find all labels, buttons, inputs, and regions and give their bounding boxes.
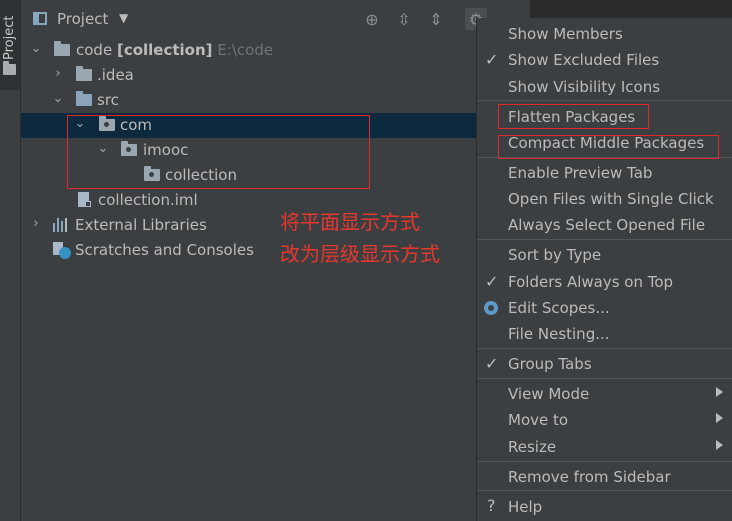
library-icon [53,218,69,232]
tree-label-collection: collection [165,166,237,184]
module-name: [collection] [116,41,213,59]
menu-item-edit-scopes[interactable]: Edit Scopes... [477,295,732,321]
menu-item-move-to[interactable]: Move to [477,407,732,433]
radio-selected-icon [484,301,498,315]
menu-item-enable-preview[interactable]: Enable Preview Tab [477,160,732,186]
tool-window-strip: Project [0,0,21,521]
tree-label-scratches: Scratches and Consoles [75,241,254,259]
menu-item-view-mode[interactable]: View Mode [477,381,732,407]
submenu-arrow-icon [716,387,723,397]
tree-row-com[interactable]: ⌄ com [21,113,481,138]
package-icon [144,166,160,181]
chevron-down-icon[interactable]: ⌄ [52,91,64,106]
source-folder-icon [76,91,92,106]
project-header: Project ▼ ⊕ ⇳ ⇕ ⚙ — [21,0,532,38]
check-icon: ✓ [485,354,499,373]
chevron-down-icon[interactable]: ⌄ [30,41,42,56]
menu-item-help[interactable]: ? Help [477,494,732,520]
expand-all-icon[interactable]: ⇳ [393,8,415,30]
menu-item-show-members[interactable]: Show Members [477,21,732,47]
menu-separator [477,157,732,158]
module-folder-icon [54,41,70,56]
menu-separator [477,461,732,462]
menu-item-sort-by-type[interactable]: Sort by Type [477,242,732,268]
check-icon: ✓ [485,272,499,291]
menu-item-folders-top[interactable]: ✓ Folders Always on Top [477,269,732,295]
folder-icon [3,61,16,75]
locate-icon[interactable]: ⊕ [361,8,383,30]
tree-row-src[interactable]: ⌄ src [21,88,481,113]
menu-item-resize[interactable]: Resize [477,434,732,460]
tree-row-idea[interactable]: › .idea [21,63,481,88]
root-path: E:\code [217,41,274,59]
menu-separator [477,100,732,101]
project-tree: ⌄ code [collection] E:\code › .idea ⌄ sr… [21,38,481,521]
menu-item-file-nesting[interactable]: File Nesting... [477,321,732,347]
check-icon: ✓ [485,50,499,69]
scratch-icon [53,242,71,260]
submenu-arrow-icon [716,440,723,450]
project-tool-tab[interactable]: Project [0,0,20,90]
folder-icon [76,66,92,81]
menu-item-show-visibility[interactable]: Show Visibility Icons [477,74,732,100]
tree-label-src: src [97,91,119,109]
package-icon [121,141,137,156]
iml-file-icon [78,192,91,207]
menu-separator [477,239,732,240]
chevron-down-icon[interactable]: ⌄ [74,116,86,131]
menu-item-show-excluded[interactable]: ✓ Show Excluded Files [477,47,732,73]
tree-row-imooc[interactable]: ⌄ imooc [21,138,481,163]
chevron-right-icon[interactable]: › [30,216,42,231]
annotation-line-2: 改为层级显示方式 [280,242,440,266]
menu-separator [477,378,732,379]
tree-label-imooc: imooc [143,141,189,159]
menu-item-remove-sidebar[interactable]: Remove from Sidebar [477,464,732,490]
project-view-title[interactable]: Project [57,10,108,28]
tree-label-com: com [120,116,153,134]
menu-item-always-select[interactable]: Always Select Opened File [477,212,732,238]
root-name: code [76,41,113,59]
editor-background [530,0,732,18]
menu-item-compact-middle[interactable]: Compact Middle Packages [477,130,732,156]
menu-item-group-tabs[interactable]: ✓ Group Tabs [477,351,732,377]
project-view-icon [33,12,47,25]
menu-item-flatten-packages[interactable]: Flatten Packages [477,104,732,130]
menu-item-open-single-click[interactable]: Open Files with Single Click [477,186,732,212]
options-menu: Show Members ✓ Show Excluded Files Show V… [476,18,732,521]
tree-row-collection[interactable]: collection [21,163,481,188]
project-tool-label: Project [2,15,17,60]
collapse-all-icon[interactable]: ⇕ [425,8,447,30]
chevron-down-icon[interactable]: ⌄ [97,141,109,156]
chevron-down-icon[interactable]: ▼ [119,11,128,25]
chevron-right-icon[interactable]: › [52,66,64,81]
tree-label-idea: .idea [97,66,134,84]
annotation-line-1: 将平面显示方式 [280,210,420,234]
help-icon: ? [487,496,496,515]
menu-separator [477,490,732,491]
tree-row-root[interactable]: ⌄ code [collection] E:\code [21,38,481,63]
menu-separator [477,348,732,349]
submenu-arrow-icon [716,413,723,423]
tree-label-libs: External Libraries [75,216,207,234]
package-icon [99,116,115,131]
tree-label-iml: collection.iml [98,191,198,209]
